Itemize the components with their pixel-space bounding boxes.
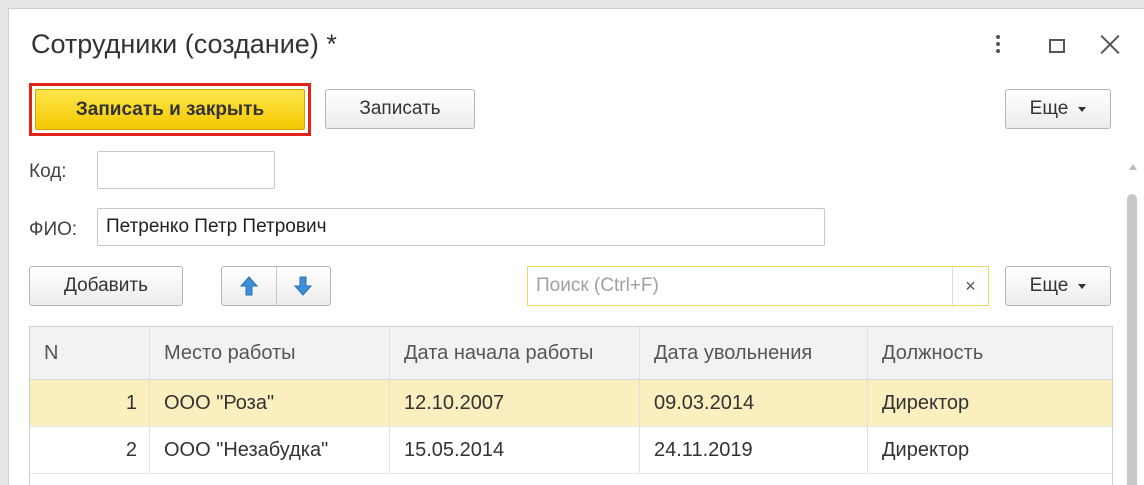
table-header: N Место работы Дата начала работы Дата у… bbox=[30, 327, 1112, 380]
arrow-up-icon bbox=[239, 276, 258, 296]
save-and-close-button[interactable]: Записать и закрыть bbox=[35, 89, 305, 130]
save-button-label: Записать bbox=[359, 98, 441, 119]
column-header-end[interactable]: Дата увольнения bbox=[640, 327, 868, 379]
highlight-frame: Записать и закрыть bbox=[29, 83, 311, 136]
column-header-position[interactable]: Должность bbox=[868, 327, 1112, 379]
chevron-down-icon bbox=[1078, 106, 1087, 112]
move-up-button[interactable] bbox=[222, 267, 276, 305]
cell-end: 09.03.2014 bbox=[640, 380, 868, 426]
code-label: Код: bbox=[29, 161, 67, 182]
cell-n: 2 bbox=[30, 427, 150, 473]
code-field[interactable] bbox=[97, 151, 275, 189]
more-button[interactable]: Еще bbox=[1005, 89, 1111, 129]
add-button-label: Добавить bbox=[64, 275, 148, 296]
vertical-scrollbar[interactable] bbox=[1127, 164, 1139, 485]
more-button-label: Еще bbox=[1029, 98, 1069, 119]
table-row[interactable]: 1 ООО "Роза" 12.10.2007 09.03.2014 Дирек… bbox=[30, 380, 1112, 427]
table-row[interactable]: 2 ООО "Незабудка" 15.05.2014 24.11.2019 … bbox=[30, 427, 1112, 474]
cell-end: 24.11.2019 bbox=[640, 427, 868, 473]
arrow-down-icon bbox=[294, 276, 313, 296]
fio-field[interactable]: Петренко Петр Петрович bbox=[97, 208, 825, 246]
save-button[interactable]: Записать bbox=[325, 89, 475, 129]
scroll-thumb[interactable] bbox=[1127, 194, 1137, 485]
employment-table: N Место работы Дата начала работы Дата у… bbox=[29, 326, 1113, 485]
column-header-place[interactable]: Место работы bbox=[150, 327, 390, 379]
cell-place: ООО "Роза" bbox=[150, 380, 390, 426]
clear-search-button[interactable]: × bbox=[952, 267, 988, 305]
cell-position: Директор bbox=[882, 391, 970, 414]
move-down-button[interactable] bbox=[275, 267, 331, 305]
fio-label: ФИО: bbox=[29, 219, 78, 240]
cell-start: 12.10.2007 bbox=[390, 380, 640, 426]
table-more-button-label: Еще bbox=[1029, 275, 1069, 296]
close-icon[interactable] bbox=[1099, 33, 1121, 55]
chevron-down-icon bbox=[1078, 283, 1087, 289]
search-box: Поиск (Ctrl+F) × bbox=[527, 266, 989, 306]
scroll-up-icon[interactable] bbox=[1129, 164, 1137, 170]
maximize-icon[interactable] bbox=[1049, 39, 1065, 53]
window-title: Сотрудники (создание) * bbox=[31, 29, 337, 59]
more-vertical-icon[interactable] bbox=[991, 31, 1005, 57]
add-button[interactable]: Добавить bbox=[29, 266, 183, 306]
table-more-button[interactable]: Еще bbox=[1005, 266, 1111, 306]
column-header-start[interactable]: Дата начала работы bbox=[390, 327, 640, 379]
column-header-n[interactable]: N bbox=[30, 327, 150, 379]
cell-n: 1 bbox=[30, 380, 150, 426]
cell-start: 15.05.2014 bbox=[390, 427, 640, 473]
cell-position: Директор bbox=[882, 438, 970, 461]
cell-place: ООО "Незабудка" bbox=[150, 427, 390, 473]
reorder-buttons bbox=[221, 266, 331, 306]
form-window: Сотрудники (создание) * Записать и закры… bbox=[8, 8, 1144, 485]
search-input[interactable]: Поиск (Ctrl+F) bbox=[528, 267, 952, 305]
